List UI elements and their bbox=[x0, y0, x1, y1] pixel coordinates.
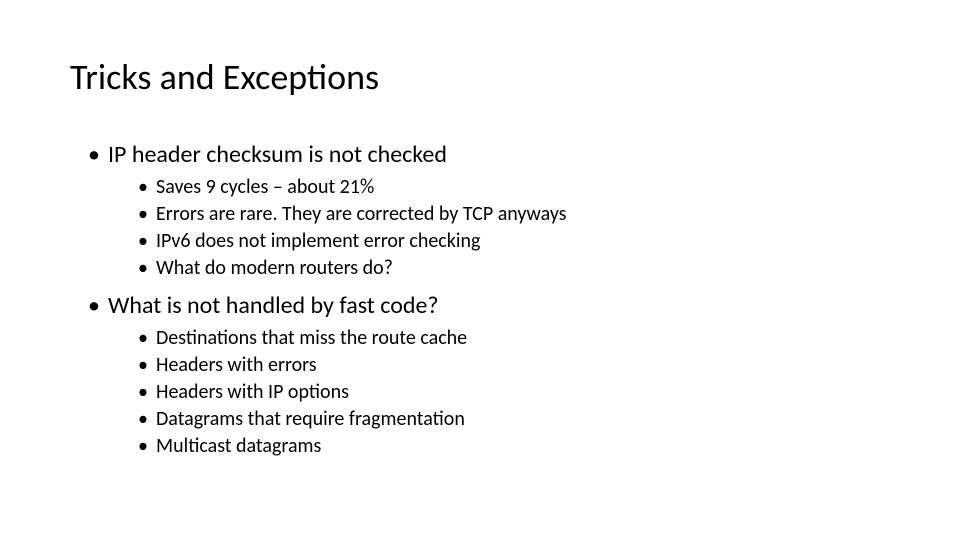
list-item: IPv6 does not implement error checking bbox=[138, 228, 890, 255]
list-item-text: What do modern routers do? bbox=[156, 256, 393, 280]
bullet-list: IP header checksum is not checked Saves … bbox=[70, 139, 890, 460]
list-item: Datagrams that require fragmentation bbox=[138, 406, 890, 433]
list-item: What do modern routers do? bbox=[138, 255, 890, 282]
list-item: What is not handled by fast code? Destin… bbox=[88, 290, 890, 460]
list-item: IP header checksum is not checked Saves … bbox=[88, 139, 890, 282]
list-item-text: What is not handled by fast code? bbox=[108, 291, 439, 320]
list-item-text: Datagrams that require fragmentation bbox=[156, 407, 465, 431]
list-item: Headers with IP options bbox=[138, 379, 890, 406]
list-item-text: Headers with errors bbox=[156, 353, 317, 377]
list-item: Destinations that miss the route cache bbox=[138, 325, 890, 352]
sub-bullet-list: Saves 9 cycles – about 21% Errors are ra… bbox=[108, 174, 890, 282]
list-item: Saves 9 cycles – about 21% bbox=[138, 174, 890, 201]
list-item: Multicast datagrams bbox=[138, 433, 890, 460]
list-item-text: Multicast datagrams bbox=[156, 434, 321, 458]
list-item-text: Errors are rare. They are corrected by T… bbox=[156, 202, 567, 226]
list-item-text: IP header checksum is not checked bbox=[108, 140, 447, 169]
list-item: Headers with errors bbox=[138, 352, 890, 379]
list-item: Errors are rare. They are corrected by T… bbox=[138, 201, 890, 228]
slide-title: Tricks and Exceptions bbox=[70, 55, 890, 99]
list-item-text: Headers with IP options bbox=[156, 380, 349, 404]
list-item-text: Saves 9 cycles – about 21% bbox=[156, 175, 374, 199]
sub-bullet-list: Destinations that miss the route cache H… bbox=[108, 325, 890, 460]
list-item-text: Destinations that miss the route cache bbox=[156, 326, 467, 350]
list-item-text: IPv6 does not implement error checking bbox=[156, 229, 480, 253]
